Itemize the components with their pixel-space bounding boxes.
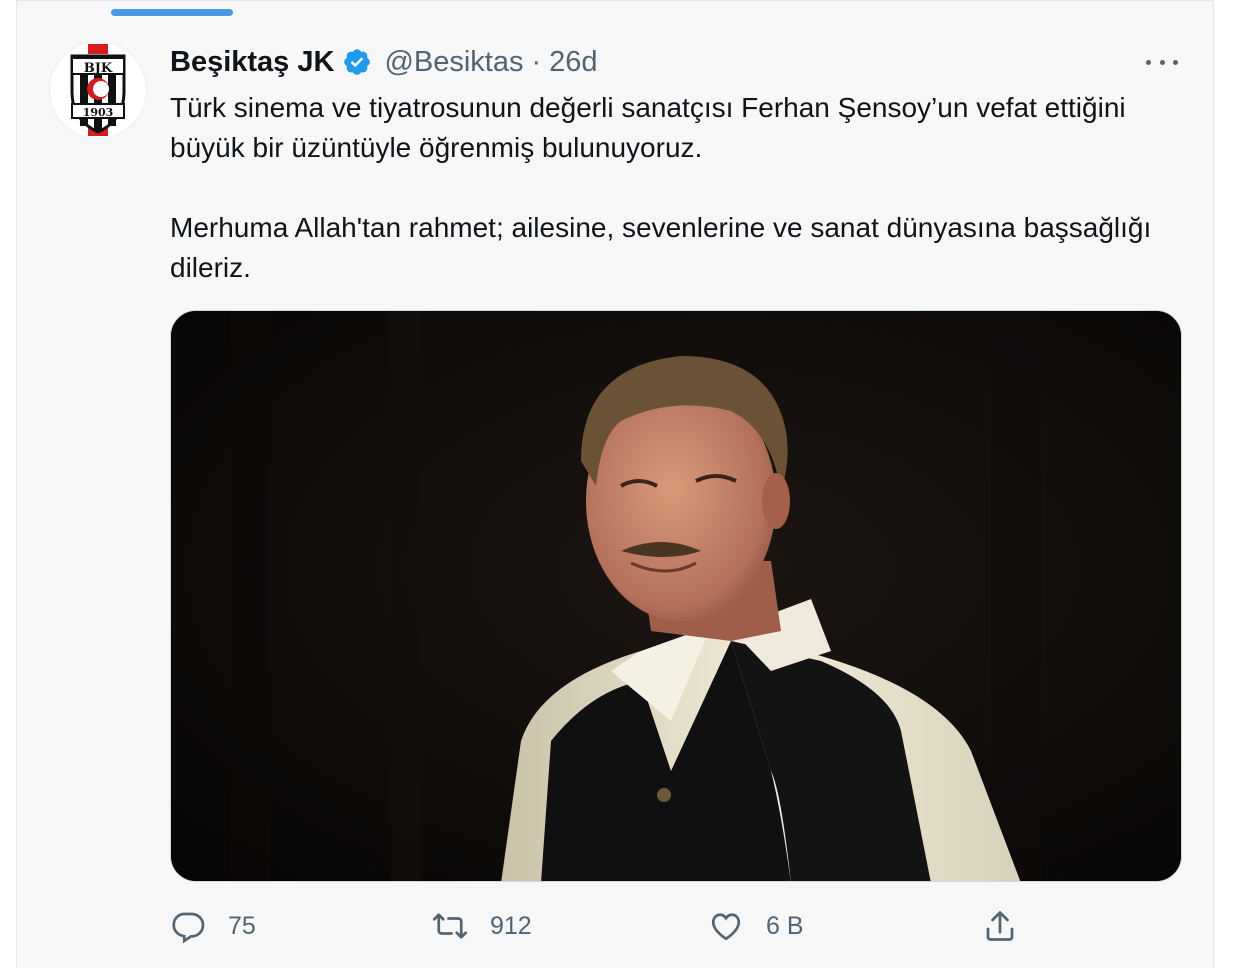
share-icon: [986, 911, 1014, 941]
tweet-actions: 75 912 6 B: [170, 902, 1050, 950]
tweet-header: Beşiktaş JK @Besiktas · 26d: [170, 42, 598, 82]
tab-indicator: [111, 9, 233, 16]
like-icon: [711, 913, 741, 941]
besiktas-logo: BJK 1903: [50, 42, 146, 138]
tweet-time[interactable]: 26d: [549, 46, 597, 79]
portrait-photo: [171, 311, 1181, 881]
tweet-paragraph-1: Türk sinema ve tiyatrosunun değerli sana…: [170, 92, 1126, 163]
retweet-icon: [432, 913, 468, 939]
like-button[interactable]: 6 B: [708, 902, 804, 950]
verified-badge-icon: [342, 47, 372, 77]
retweet-count: 912: [490, 911, 532, 940]
author-handle[interactable]: @Besiktas: [384, 46, 523, 79]
like-count: 6 B: [766, 911, 804, 940]
separator-dot: ·: [531, 45, 542, 78]
logo-text: BJK: [84, 61, 113, 76]
logo-year: 1903: [83, 106, 114, 119]
tweet-text: Türk sinema ve tiyatrosunun değerli sana…: [170, 88, 1160, 288]
reply-button[interactable]: 75: [170, 902, 256, 950]
retweet-button[interactable]: 912: [432, 902, 532, 950]
author-name[interactable]: Beşiktaş JK: [170, 46, 334, 79]
more-icon[interactable]: [1146, 54, 1178, 70]
reply-count: 75: [228, 911, 256, 940]
reply-icon: [172, 912, 205, 944]
avatar[interactable]: BJK 1903: [50, 42, 146, 138]
tweet-paragraph-2: Merhuma Allah'tan rahmet; ailesine, seve…: [170, 212, 1152, 283]
tweet-photo[interactable]: [170, 310, 1182, 882]
share-button[interactable]: [982, 902, 1018, 950]
